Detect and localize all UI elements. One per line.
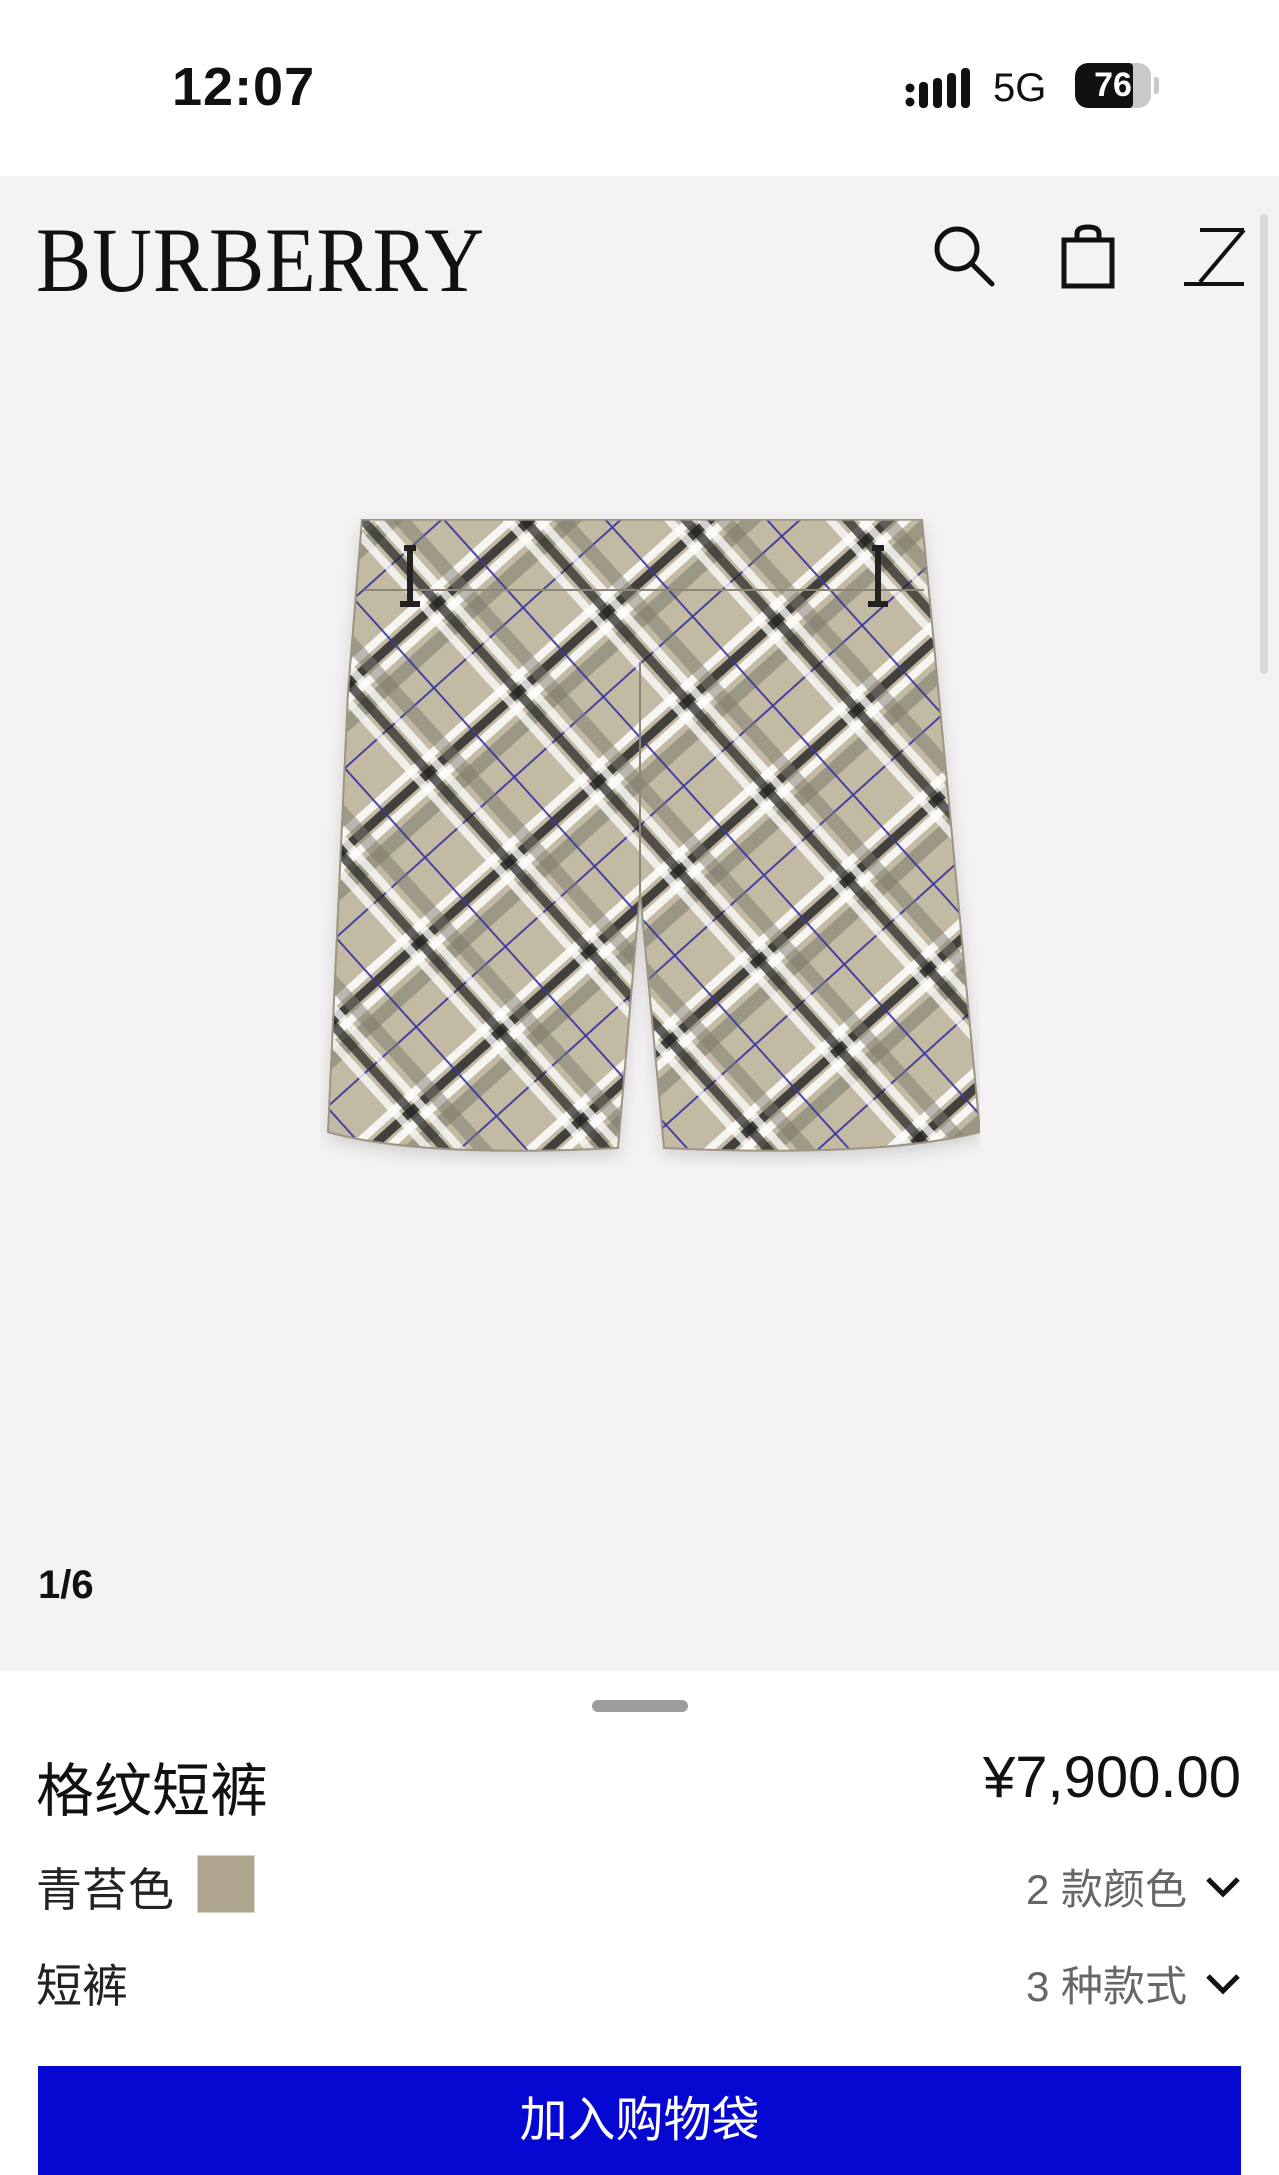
menu-icon[interactable] <box>1182 226 1246 288</box>
shopping-bag-icon[interactable] <box>1060 224 1116 290</box>
battery-level: 76 <box>1094 66 1132 104</box>
status-time: 12:07 <box>172 57 316 117</box>
brand-logo[interactable]: BURBERRY <box>36 210 485 310</box>
product-page: 12:07 5G 76 BURBERRY 1/6 格纹短裤 ¥7,900.00 … <box>0 0 1279 2175</box>
color-swatch[interactable] <box>197 1855 255 1913</box>
signal-icon <box>905 68 970 108</box>
battery-icon: 76 <box>1075 63 1159 108</box>
sheet-drag-handle[interactable] <box>592 1700 688 1712</box>
search-icon[interactable] <box>930 222 996 288</box>
style-options-dropdown[interactable]: 3 种款式 <box>1026 1953 1241 2014</box>
selected-style-label: 短裤 <box>36 1960 128 2012</box>
image-counter: 1/6 <box>38 1563 94 1607</box>
chevron-down-icon <box>1206 1973 1240 1995</box>
chevron-down-icon <box>1206 1876 1240 1898</box>
scrollbar[interactable] <box>1260 214 1268 674</box>
product-price: ¥7,900.00 <box>982 1745 1241 1810</box>
color-options-label: 2 款颜色 <box>1025 1866 1187 1913</box>
product-name: 格纹短裤 <box>36 1759 269 1824</box>
color-options-dropdown[interactable]: 2 款颜色 <box>1026 1856 1241 1917</box>
add-to-bag-button[interactable]: 加入购物袋 <box>38 2066 1241 2175</box>
status-bar: 12:07 5G 76 <box>0 0 1279 176</box>
product-image[interactable] <box>320 512 980 1168</box>
selected-color-label: 青苔色 <box>36 1864 174 1916</box>
network-type: 5G <box>993 66 1047 110</box>
style-options-label: 3 种款式 <box>1025 1963 1187 2010</box>
